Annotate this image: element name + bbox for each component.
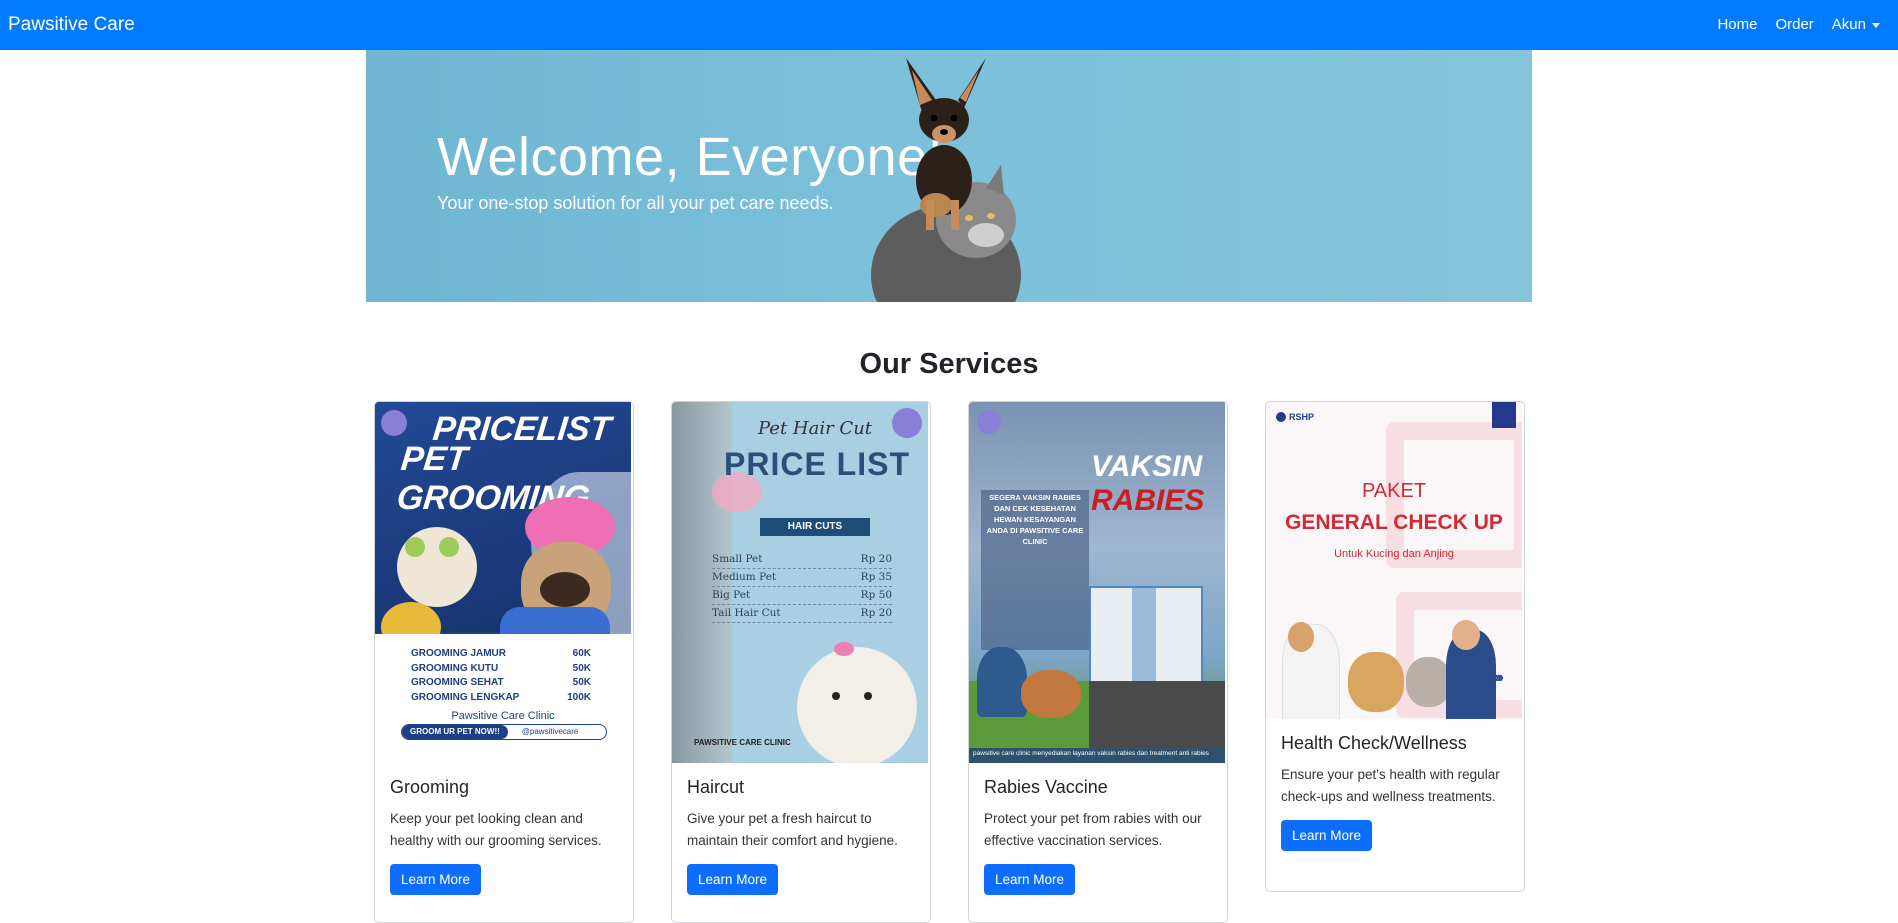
price-item-price: 60K	[572, 648, 591, 659]
poster-headline-2: RABIES	[1091, 484, 1205, 517]
poster-sub: Untuk Kucing dan Anjing	[1334, 548, 1454, 560]
service-card-grooming: PRICELIST PET GROOMING GROOMING JAMUR 60K…	[374, 401, 634, 923]
price-item-name: Medium Pet	[712, 571, 777, 583]
haircut-poster: Pet Hair Cut PRICE LIST HAIR CUTS Small …	[672, 402, 928, 763]
haircut-price-list: Small Pet Rp 20 Medium Pet Rp 35 Big Pet Rp…	[712, 551, 892, 623]
clinic-logo-icon	[381, 410, 407, 436]
price-item-name: Small Pet	[712, 553, 763, 565]
price-item-name: Tail Hair Cut	[712, 607, 781, 619]
poster-logo-text: RSHP	[1289, 412, 1315, 422]
vet-image	[977, 647, 1027, 717]
card-title: Haircut	[687, 777, 745, 797]
price-item-price: Rp 50	[860, 589, 892, 601]
poster-handle: @pawsitivecare	[521, 727, 579, 736]
hero-pets-image	[871, 58, 1021, 302]
learn-more-button[interactable]: Learn More	[390, 864, 482, 895]
learn-more-button[interactable]: Learn More	[984, 864, 1076, 895]
learn-more-button[interactable]: Learn More	[687, 864, 779, 895]
poster-script: Pet Hair Cut	[758, 418, 873, 439]
poster-cta: GROOM UR PET NOW!!	[402, 725, 508, 739]
poster-headline-1: VAKSIN	[1091, 450, 1203, 483]
chevron-right-icon: ›››	[1494, 669, 1504, 686]
card-text: Give your pet a fresh haircut to maintai…	[687, 811, 898, 848]
card-title: Grooming	[390, 777, 470, 797]
price-item-name: Big Pet	[712, 589, 751, 601]
poster-lead: SEGERA VAKSIN RABIES DAN CEK KESEHATAN H…	[986, 493, 1084, 546]
price-item-price: Rp 20	[860, 553, 892, 565]
golden-dog-image	[1348, 652, 1404, 712]
nav-home-link[interactable]: Home	[1717, 16, 1757, 33]
grooming-poster: PRICELIST PET GROOMING GROOMING JAMUR 60K…	[375, 402, 631, 763]
poster-headline-1: PAKET	[1361, 480, 1427, 502]
services-heading: Our Services	[859, 348, 1039, 380]
price-item-price: Rp 35	[860, 571, 892, 583]
price-item-name: GROOMING KUTU	[411, 662, 499, 674]
puppy-image	[1021, 670, 1081, 718]
poster-ribbon: HAIR CUTS	[760, 518, 870, 536]
card-text: Protect your pet from rabies with our ef…	[984, 811, 1202, 848]
poster-footer: pawsitive care clinic menyediakan layana…	[973, 750, 1209, 757]
navbar: Pawsitive Care Home Order Akun	[0, 0, 1898, 50]
nav-account-label: Akun	[1831, 16, 1866, 33]
card-title: Health Check/Wellness	[1281, 733, 1467, 753]
caret-down-icon	[1872, 22, 1880, 28]
hero-subtitle: Your one-stop solution for all your pet …	[437, 193, 834, 213]
rabies-poster: VAKSIN RABIES SEGERA VAKSIN RABIES DAN C…	[969, 402, 1225, 763]
learn-more-button[interactable]: Learn More	[1281, 820, 1373, 851]
nav-account-dropdown[interactable]: Akun	[1832, 16, 1880, 33]
price-item-price: 50K	[572, 662, 591, 674]
card-text: Ensure your pet's health with regular ch…	[1281, 767, 1500, 804]
shih-tzu-image	[797, 647, 917, 763]
card-body: Health Check/Wellness Ensure your pet's …	[1266, 719, 1524, 851]
poster-headline-2: GENERAL CHECK UP	[1285, 511, 1503, 534]
hero-banner: Welcome, Everyone! Your one-stop solutio…	[366, 50, 1532, 302]
clinic-logo-icon	[977, 410, 1001, 434]
poster-headline: PRICE LIST	[723, 446, 910, 482]
price-item-name: GROOMING LENGKAP	[411, 691, 520, 703]
service-card-health: RSHP PAKET GENERAL CHECK UP Untuk Kucing…	[1265, 401, 1525, 892]
rshp-logo-icon	[1276, 412, 1286, 422]
service-card-haircut: Pet Hair Cut PRICE LIST HAIR CUTS Small …	[671, 401, 931, 923]
price-item-price: Rp 20	[860, 607, 892, 619]
card-title: Rabies Vaccine	[984, 777, 1108, 797]
grooming-price-list: GROOMING JAMUR 60K GROOMING KUTU 50K GROOM…	[411, 647, 591, 705]
poster-clinic-name: Pawsitive Care Clinic	[451, 710, 555, 722]
price-item-price: 100K	[567, 691, 591, 703]
brand-link[interactable]: Pawsitive Care	[8, 14, 135, 36]
price-item-price: 50K	[572, 677, 591, 688]
card-body: Grooming Keep your pet looking clean and…	[375, 763, 633, 895]
cat-image	[1406, 657, 1451, 707]
card-body: Rabies Vaccine Protect your pet from rab…	[969, 763, 1227, 895]
poster-clinic-name: PAWSITIVE CARE CLINIC	[694, 738, 791, 747]
nav-order-link[interactable]: Order	[1775, 16, 1813, 33]
price-item-name: GROOMING SEHAT	[411, 677, 504, 688]
clinic-logo-icon	[892, 408, 922, 438]
card-body: Haircut Give your pet a fresh haircut to…	[672, 763, 930, 895]
nav-links: Home Order Akun	[1717, 16, 1880, 33]
price-item-name: GROOMING JAMUR	[411, 648, 506, 659]
service-card-rabies: VAKSIN RABIES SEGERA VAKSIN RABIES DAN C…	[968, 401, 1228, 923]
checkup-poster: RSHP PAKET GENERAL CHECK UP Untuk Kucing…	[1266, 402, 1522, 719]
card-text: Keep your pet looking clean and healthy …	[390, 811, 602, 848]
